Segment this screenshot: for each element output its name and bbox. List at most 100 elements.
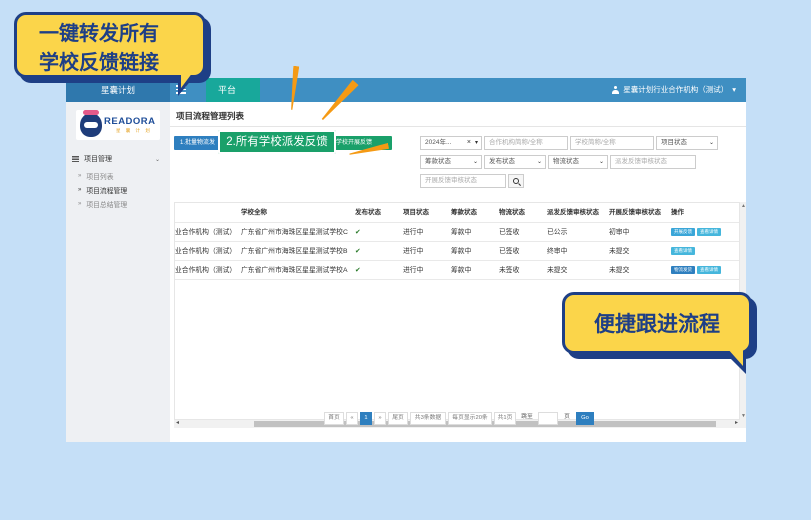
cell-org: 业合作机构（测试） [175, 229, 237, 236]
cell-dispatch: 终审中 [547, 248, 568, 255]
step-2-label: 2.所有学校派发反馈 [218, 130, 336, 154]
sidebar-group-project[interactable]: 项目管理 ⌄ [72, 152, 164, 166]
col-header: 开展反馈审核状态 [609, 209, 661, 216]
cell-actions: 查看详情 [671, 242, 739, 261]
date-value: 2024年... [425, 139, 452, 146]
chevron-down-icon: ⌄ [536, 159, 542, 165]
check-icon: ✔ [355, 229, 361, 236]
batch-logistics-button[interactable]: 1.批量物流发 [174, 136, 224, 150]
cell-project: 进行中 [403, 248, 424, 255]
promo-bubble-top: 一键转发所有 学校反馈链接 [14, 12, 206, 78]
org-search-input[interactable]: 合作机构简称/全称 [484, 136, 568, 150]
col-header: 发布状态 [355, 209, 381, 216]
caret-down-icon: ▾ [732, 85, 736, 94]
sidebar-item-process[interactable]: » 项目流程管理 [78, 184, 166, 196]
last-page-button[interactable]: 尾页 [388, 412, 408, 425]
sidebar-item-project-list[interactable]: » 项目列表 [78, 170, 166, 182]
table-row[interactable]: 业合作机构（测试） 广东省广州市海珠区星星测试学校A ✔ 进行中 筹款中 未签收… [175, 261, 739, 280]
view-detail-button[interactable]: 查看详情 [697, 228, 721, 237]
sidebar-item-label: 项目流程管理 [86, 188, 128, 195]
school-search-input[interactable]: 学校简称/全称 [570, 136, 654, 150]
scroll-up-icon[interactable]: ▲ [741, 203, 746, 209]
user-icon [612, 86, 620, 94]
col-header: 物流状态 [499, 209, 525, 216]
per-page-info: 每页显示20条 [448, 412, 492, 425]
select-value: 物流状态 [553, 158, 579, 165]
arrow-icon: » [78, 173, 82, 179]
first-page-button[interactable]: 首页 [324, 412, 344, 425]
cell-open: 初审中 [609, 229, 630, 236]
divider [170, 126, 746, 127]
search-button[interactable] [508, 174, 524, 188]
cell-fund: 筹款中 [451, 248, 472, 255]
cell-actions: 物流发货 查看详情 [671, 261, 739, 280]
promo-line-1: 一键转发所有 [39, 21, 159, 45]
logistics-status-select[interactable]: 物流状态 ⌄ [548, 155, 608, 169]
cell-project: 进行中 [403, 267, 424, 274]
sidebar-group-label: 项目管理 [84, 156, 112, 163]
next-page-button[interactable]: » [374, 412, 386, 425]
cell-fund: 筹款中 [451, 229, 472, 236]
date-filter[interactable]: 2024年... × ▾ [420, 136, 482, 150]
fund-status-select[interactable]: 筹款状态 ⌄ [420, 155, 482, 169]
readora-logo: READORA 星 囊 计 划 [76, 110, 160, 140]
col-header [175, 203, 235, 223]
bubble-tail-fill [181, 68, 196, 88]
promo-bubble-bottom: 便捷跟进流程 [562, 292, 752, 354]
cell-school: 广东省广州市海珠区星星测试学校A [241, 267, 348, 274]
total-pages: 共1页 [494, 412, 516, 425]
cell-school: 广东省广州市海珠区星星测试学校C [241, 229, 348, 236]
select-value: 发布状态 [489, 158, 515, 165]
publish-status-select[interactable]: 发布状态 ⌄ [484, 155, 546, 169]
total-records: 共3条数据 [410, 412, 446, 425]
chevron-down-icon: ⌄ [154, 156, 160, 163]
cell-org: 业合作机构（测试） [175, 267, 237, 274]
chevron-down-icon: ⌄ [708, 140, 714, 146]
dispatch-review-input[interactable]: 派发反馈审核状态 [610, 155, 696, 169]
go-button[interactable]: Go [576, 412, 594, 425]
open-review-input[interactable]: 开展反馈审核状态 [420, 174, 506, 188]
bubble-tail-fill [727, 348, 743, 366]
cell-dispatch: 未提交 [547, 267, 568, 274]
clear-icon[interactable]: × [467, 137, 471, 149]
top-navbar: 星囊计划 平台 星囊计划行业合作机构（测试） ▾ [66, 78, 746, 102]
cell-dispatch: 已公示 [547, 229, 568, 236]
jump-page-input[interactable] [538, 412, 558, 425]
sidebar-item-summary[interactable]: » 项目总结管理 [78, 198, 166, 210]
pagination: 首页 « 1 » 尾页 共3条数据 每页显示20条 共1页 跳至 页 Go [170, 412, 746, 425]
arrow-icon: » [78, 187, 82, 193]
page-title: 项目流程管理列表 [176, 111, 245, 121]
cell-fund: 筹款中 [451, 267, 472, 274]
page-1-button[interactable]: 1 [360, 412, 372, 425]
mascot-icon [80, 110, 102, 137]
col-header: 派发反馈审核状态 [547, 209, 599, 216]
select-value: 筹款状态 [425, 158, 451, 165]
table-header: 学校全称 发布状态 项目状态 筹款状态 物流状态 派发反馈审核状态 开展反馈审核… [175, 203, 739, 223]
user-name: 星囊计划行业合作机构（测试） [623, 85, 729, 94]
view-detail-button[interactable]: 查看详情 [697, 266, 721, 275]
prev-page-button[interactable]: « [346, 412, 358, 425]
app-window: 星囊计划 平台 星囊计划行业合作机构（测试） ▾ READORA 星 囊 计 划… [66, 78, 746, 442]
col-header: 学校全称 [241, 209, 267, 216]
logo-subtext: 星 囊 计 划 [116, 128, 152, 133]
check-icon: ✔ [355, 248, 361, 255]
view-detail-button[interactable]: 查看详情 [671, 247, 695, 256]
brand-title[interactable]: 星囊计划 [66, 78, 170, 102]
platform-tab[interactable]: 平台 [206, 78, 260, 102]
user-menu[interactable]: 星囊计划行业合作机构（测试） ▾ [612, 78, 736, 102]
cell-school: 广东省广州市海珠区星星测试学校B [241, 248, 348, 255]
table-row[interactable]: 业合作机构（测试） 广东省广州市海珠区星星测试学校C ✔ 进行中 筹款中 已签收… [175, 223, 739, 242]
cell-actions: 开展反馈 查看详情 [671, 223, 739, 242]
select-value: 项目状态 [661, 139, 687, 146]
open-feedback-mini-button[interactable]: 开展反馈 [671, 228, 695, 237]
page-unit-label: 页 [564, 414, 570, 420]
ship-logistics-button[interactable]: 物流发货 [671, 266, 695, 275]
promo-line-2: 学校反馈链接 [39, 50, 159, 74]
search-icon [513, 178, 519, 184]
col-header: 筹款状态 [451, 209, 477, 216]
jump-label: 跳至 [521, 414, 533, 420]
table-row[interactable]: 业合作机构（测试） 广东省广州市海珠区星星测试学校B ✔ 进行中 筹款中 已签收… [175, 242, 739, 261]
cell-logistics: 已签收 [499, 248, 520, 255]
project-status-select[interactable]: 项目状态 ⌄ [656, 136, 718, 150]
check-icon: ✔ [355, 267, 361, 274]
